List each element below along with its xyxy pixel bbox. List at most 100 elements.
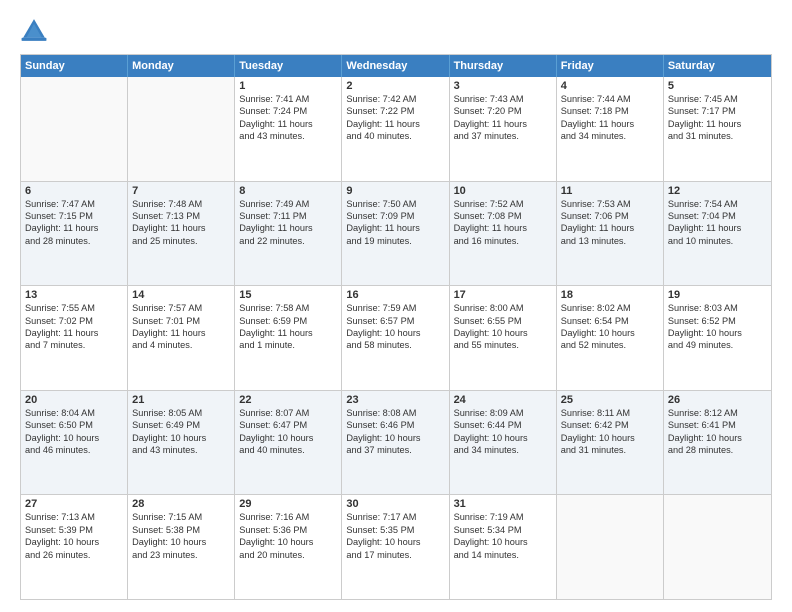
cell-info-line: Daylight: 11 hours — [239, 222, 337, 234]
day-number: 12 — [668, 185, 767, 197]
cell-info-line: Sunrise: 8:08 AM — [346, 407, 444, 419]
cell-info-line: Daylight: 10 hours — [561, 327, 659, 339]
calendar-cell: 2Sunrise: 7:42 AMSunset: 7:22 PMDaylight… — [342, 77, 449, 181]
cell-info-line: and 49 minutes. — [668, 339, 767, 351]
cell-info-line: and 23 minutes. — [132, 549, 230, 561]
cell-info-line: Sunset: 6:47 PM — [239, 419, 337, 431]
cell-info-line: Sunrise: 7:17 AM — [346, 511, 444, 523]
cell-info-line: Sunset: 6:55 PM — [454, 315, 552, 327]
cell-info-line: Sunrise: 7:58 AM — [239, 302, 337, 314]
cell-info-line: Sunset: 7:18 PM — [561, 105, 659, 117]
day-number: 22 — [239, 394, 337, 406]
cell-info-line: Daylight: 10 hours — [668, 327, 767, 339]
day-number: 21 — [132, 394, 230, 406]
cell-info-line: Daylight: 11 hours — [454, 118, 552, 130]
day-number: 31 — [454, 498, 552, 510]
cell-info-line: Sunset: 7:04 PM — [668, 210, 767, 222]
calendar-cell: 17Sunrise: 8:00 AMSunset: 6:55 PMDayligh… — [450, 286, 557, 390]
cell-info-line: Sunrise: 8:05 AM — [132, 407, 230, 419]
cell-info-line: Sunset: 6:52 PM — [668, 315, 767, 327]
col-header-saturday: Saturday — [664, 55, 771, 77]
cell-info-line: Sunrise: 7:16 AM — [239, 511, 337, 523]
cell-info-line: Sunset: 6:59 PM — [239, 315, 337, 327]
day-number: 29 — [239, 498, 337, 510]
cell-info-line: Daylight: 11 hours — [668, 222, 767, 234]
cell-info-line: Daylight: 10 hours — [454, 536, 552, 548]
cell-info-line: and 20 minutes. — [239, 549, 337, 561]
cell-info-line: Daylight: 11 hours — [132, 222, 230, 234]
cell-info-line: and 55 minutes. — [454, 339, 552, 351]
cell-info-line: Daylight: 10 hours — [25, 536, 123, 548]
day-number: 11 — [561, 185, 659, 197]
cell-info-line: Sunset: 6:54 PM — [561, 315, 659, 327]
cell-info-line: and 26 minutes. — [25, 549, 123, 561]
day-number: 13 — [25, 289, 123, 301]
cell-info-line: Sunset: 6:46 PM — [346, 419, 444, 431]
cell-info-line: Sunset: 5:36 PM — [239, 524, 337, 536]
calendar-cell: 22Sunrise: 8:07 AMSunset: 6:47 PMDayligh… — [235, 391, 342, 495]
cell-info-line: and 25 minutes. — [132, 235, 230, 247]
cell-info-line: Sunset: 5:39 PM — [25, 524, 123, 536]
col-header-sunday: Sunday — [21, 55, 128, 77]
cell-info-line: and 31 minutes. — [561, 444, 659, 456]
cell-info-line: Sunrise: 7:52 AM — [454, 198, 552, 210]
calendar-row-4: 20Sunrise: 8:04 AMSunset: 6:50 PMDayligh… — [21, 390, 771, 495]
cell-info-line: Daylight: 10 hours — [346, 432, 444, 444]
calendar-cell — [128, 77, 235, 181]
day-number: 26 — [668, 394, 767, 406]
cell-info-line: Sunset: 7:15 PM — [25, 210, 123, 222]
cell-info-line: Sunset: 7:02 PM — [25, 315, 123, 327]
cell-info-line: and 58 minutes. — [346, 339, 444, 351]
cell-info-line: Sunset: 6:50 PM — [25, 419, 123, 431]
cell-info-line: Daylight: 10 hours — [239, 536, 337, 548]
calendar-cell: 7Sunrise: 7:48 AMSunset: 7:13 PMDaylight… — [128, 182, 235, 286]
page-header — [20, 16, 772, 44]
logo-icon — [20, 16, 48, 44]
calendar-row-2: 6Sunrise: 7:47 AMSunset: 7:15 PMDaylight… — [21, 181, 771, 286]
day-number: 5 — [668, 80, 767, 92]
calendar-cell: 30Sunrise: 7:17 AMSunset: 5:35 PMDayligh… — [342, 495, 449, 599]
cell-info-line: Sunrise: 7:48 AM — [132, 198, 230, 210]
calendar-cell: 9Sunrise: 7:50 AMSunset: 7:09 PMDaylight… — [342, 182, 449, 286]
calendar-page: SundayMondayTuesdayWednesdayThursdayFrid… — [0, 0, 792, 612]
day-number: 2 — [346, 80, 444, 92]
cell-info-line: Sunset: 7:13 PM — [132, 210, 230, 222]
cell-info-line: and 34 minutes. — [454, 444, 552, 456]
cell-info-line: and 37 minutes. — [454, 130, 552, 142]
cell-info-line: Daylight: 11 hours — [239, 327, 337, 339]
day-number: 4 — [561, 80, 659, 92]
calendar-cell: 25Sunrise: 8:11 AMSunset: 6:42 PMDayligh… — [557, 391, 664, 495]
cell-info-line: Sunset: 7:08 PM — [454, 210, 552, 222]
day-number: 14 — [132, 289, 230, 301]
cell-info-line: and 34 minutes. — [561, 130, 659, 142]
cell-info-line: Sunset: 7:17 PM — [668, 105, 767, 117]
cell-info-line: and 16 minutes. — [454, 235, 552, 247]
cell-info-line: and 40 minutes. — [346, 130, 444, 142]
cell-info-line: and 4 minutes. — [132, 339, 230, 351]
cell-info-line: Daylight: 11 hours — [132, 327, 230, 339]
cell-info-line: Daylight: 11 hours — [239, 118, 337, 130]
col-header-wednesday: Wednesday — [342, 55, 449, 77]
col-header-tuesday: Tuesday — [235, 55, 342, 77]
calendar-cell: 20Sunrise: 8:04 AMSunset: 6:50 PMDayligh… — [21, 391, 128, 495]
calendar: SundayMondayTuesdayWednesdayThursdayFrid… — [20, 54, 772, 600]
cell-info-line: Sunrise: 7:49 AM — [239, 198, 337, 210]
calendar-cell: 10Sunrise: 7:52 AMSunset: 7:08 PMDayligh… — [450, 182, 557, 286]
calendar-cell: 23Sunrise: 8:08 AMSunset: 6:46 PMDayligh… — [342, 391, 449, 495]
calendar-row-3: 13Sunrise: 7:55 AMSunset: 7:02 PMDayligh… — [21, 285, 771, 390]
day-number: 24 — [454, 394, 552, 406]
calendar-header: SundayMondayTuesdayWednesdayThursdayFrid… — [21, 55, 771, 77]
cell-info-line: Sunrise: 7:47 AM — [25, 198, 123, 210]
cell-info-line: and 28 minutes. — [25, 235, 123, 247]
cell-info-line: and 46 minutes. — [25, 444, 123, 456]
cell-info-line: and 7 minutes. — [25, 339, 123, 351]
cell-info-line: Sunrise: 8:00 AM — [454, 302, 552, 314]
cell-info-line: Sunset: 5:34 PM — [454, 524, 552, 536]
calendar-cell: 31Sunrise: 7:19 AMSunset: 5:34 PMDayligh… — [450, 495, 557, 599]
cell-info-line: Sunset: 7:06 PM — [561, 210, 659, 222]
calendar-cell: 27Sunrise: 7:13 AMSunset: 5:39 PMDayligh… — [21, 495, 128, 599]
cell-info-line: Sunrise: 8:03 AM — [668, 302, 767, 314]
day-number: 18 — [561, 289, 659, 301]
cell-info-line: Sunrise: 7:19 AM — [454, 511, 552, 523]
cell-info-line: Sunset: 7:24 PM — [239, 105, 337, 117]
